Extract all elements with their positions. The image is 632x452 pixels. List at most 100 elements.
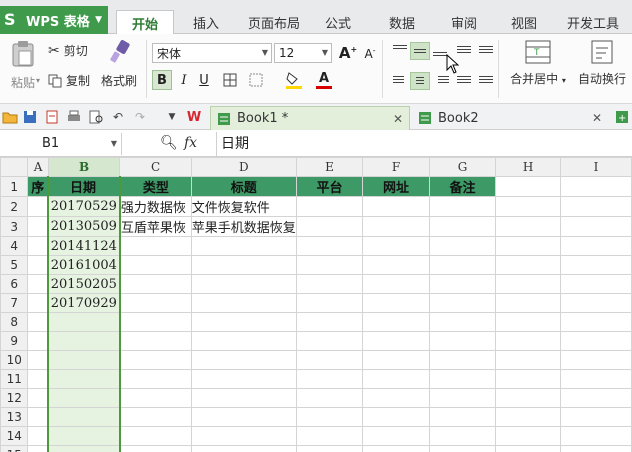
cell[interactable]	[362, 350, 430, 370]
cell[interactable]	[27, 255, 49, 275]
cell[interactable]	[295, 407, 364, 427]
cell[interactable]	[295, 369, 364, 389]
decrease-font-size-button[interactable]: A-	[360, 43, 380, 63]
cell[interactable]	[295, 236, 364, 256]
cell[interactable]	[190, 274, 297, 294]
cell[interactable]	[362, 274, 430, 294]
row-header[interactable]: 2	[0, 196, 29, 217]
date-cell[interactable]: 20170529	[47, 196, 121, 217]
cell[interactable]	[190, 331, 297, 351]
cell[interactable]	[295, 196, 364, 217]
wps-w-logo-icon[interactable]: W	[186, 109, 202, 125]
align-center-button[interactable]	[410, 72, 430, 90]
cell[interactable]	[47, 331, 121, 351]
cell[interactable]	[47, 426, 121, 446]
cell[interactable]	[119, 445, 192, 452]
column-header-d[interactable]: D	[190, 157, 297, 177]
row-header[interactable]: 6	[0, 274, 29, 294]
cell[interactable]	[190, 236, 297, 256]
chevron-down-icon[interactable]: ▾	[36, 76, 40, 85]
cell[interactable]	[27, 293, 49, 313]
fill-color-button[interactable]	[284, 68, 304, 92]
cell[interactable]	[428, 216, 497, 237]
cell[interactable]	[428, 369, 497, 389]
row-header[interactable]: 4	[0, 236, 29, 256]
cell[interactable]	[190, 312, 297, 332]
cell[interactable]	[362, 426, 430, 446]
type-cell[interactable]: 强力数据恢	[119, 196, 192, 217]
cell[interactable]	[495, 176, 561, 197]
cell[interactable]	[428, 255, 497, 275]
spreadsheet-grid[interactable]: A B C D E F G H I 1 序 日期 类型 标题 平台 网址 备注	[0, 157, 632, 452]
cell[interactable]	[190, 426, 297, 446]
name-box[interactable]: B1 ▼	[0, 133, 122, 155]
doc-tab-book1[interactable]: Book1 * ✕	[210, 106, 410, 130]
cell[interactable]	[428, 350, 497, 370]
cell[interactable]	[495, 274, 561, 294]
cell[interactable]	[495, 331, 561, 351]
close-icon[interactable]: ✕	[592, 111, 602, 125]
header-cell[interactable]: 网址	[362, 176, 430, 197]
cell[interactable]	[47, 350, 121, 370]
cell[interactable]	[559, 407, 632, 427]
font-color-button[interactable]: A	[314, 68, 334, 92]
cell[interactable]	[559, 255, 632, 275]
column-header-h[interactable]: H	[495, 157, 561, 177]
open-folder-icon[interactable]	[2, 109, 18, 125]
font-size-select[interactable]: 12 ▼	[274, 43, 332, 63]
cell[interactable]	[295, 350, 364, 370]
title-cell[interactable]: 文件恢复软件	[190, 196, 297, 217]
cell[interactable]	[27, 274, 49, 294]
cell[interactable]	[119, 426, 192, 446]
header-cell[interactable]: 序	[27, 176, 49, 197]
align-right-button[interactable]	[432, 72, 452, 90]
column-header-i[interactable]: I	[559, 157, 632, 177]
row-header[interactable]: 11	[0, 369, 29, 389]
row-header[interactable]: 14	[0, 426, 29, 446]
cell[interactable]	[428, 407, 497, 427]
cell[interactable]	[27, 388, 49, 408]
bold-button[interactable]: B	[152, 70, 172, 90]
header-cell[interactable]: 平台	[295, 176, 364, 197]
underline-button[interactable]: U	[194, 70, 214, 90]
tab-home[interactable]: 开始	[116, 10, 174, 35]
cell[interactable]	[295, 255, 364, 275]
distributed-button[interactable]	[476, 72, 496, 90]
header-cell-selected[interactable]: 日期	[47, 176, 121, 197]
cell[interactable]	[190, 445, 297, 452]
cell[interactable]	[495, 426, 561, 446]
cell[interactable]	[119, 369, 192, 389]
italic-button[interactable]: I	[174, 70, 194, 90]
cell[interactable]	[27, 445, 49, 452]
cell[interactable]	[362, 196, 430, 217]
cell[interactable]	[27, 426, 49, 446]
row-header[interactable]: 13	[0, 407, 29, 427]
justify-button[interactable]	[454, 72, 474, 90]
cell[interactable]	[47, 369, 121, 389]
cell[interactable]	[495, 196, 561, 217]
cell[interactable]	[362, 255, 430, 275]
tab-formulas[interactable]: 公式	[316, 10, 360, 34]
zoom-search-icon[interactable]: 🔍︎	[160, 135, 178, 151]
cell[interactable]	[559, 216, 632, 237]
cell[interactable]	[47, 388, 121, 408]
date-cell[interactable]: 20170929	[47, 293, 121, 313]
cell[interactable]	[119, 236, 192, 256]
cell[interactable]	[119, 255, 192, 275]
undo-icon[interactable]: ↶	[110, 109, 126, 125]
cell[interactable]	[495, 369, 561, 389]
insert-function-button[interactable]: fx	[184, 135, 197, 151]
cell[interactable]	[295, 445, 364, 452]
tab-data[interactable]: 数据	[380, 10, 424, 34]
column-header-g[interactable]: G	[428, 157, 497, 177]
cell[interactable]	[27, 216, 49, 237]
font-name-select[interactable]: 宋体 ▼	[152, 43, 272, 63]
date-cell[interactable]: 20141124	[47, 236, 121, 256]
save-icon[interactable]	[22, 109, 38, 125]
date-cell[interactable]: 20150205	[47, 274, 121, 294]
cell[interactable]	[559, 350, 632, 370]
cell[interactable]	[428, 426, 497, 446]
type-cell[interactable]: 互盾苹果恢	[119, 216, 192, 237]
align-left-button[interactable]	[390, 72, 410, 90]
header-cell[interactable]: 备注	[428, 176, 497, 197]
